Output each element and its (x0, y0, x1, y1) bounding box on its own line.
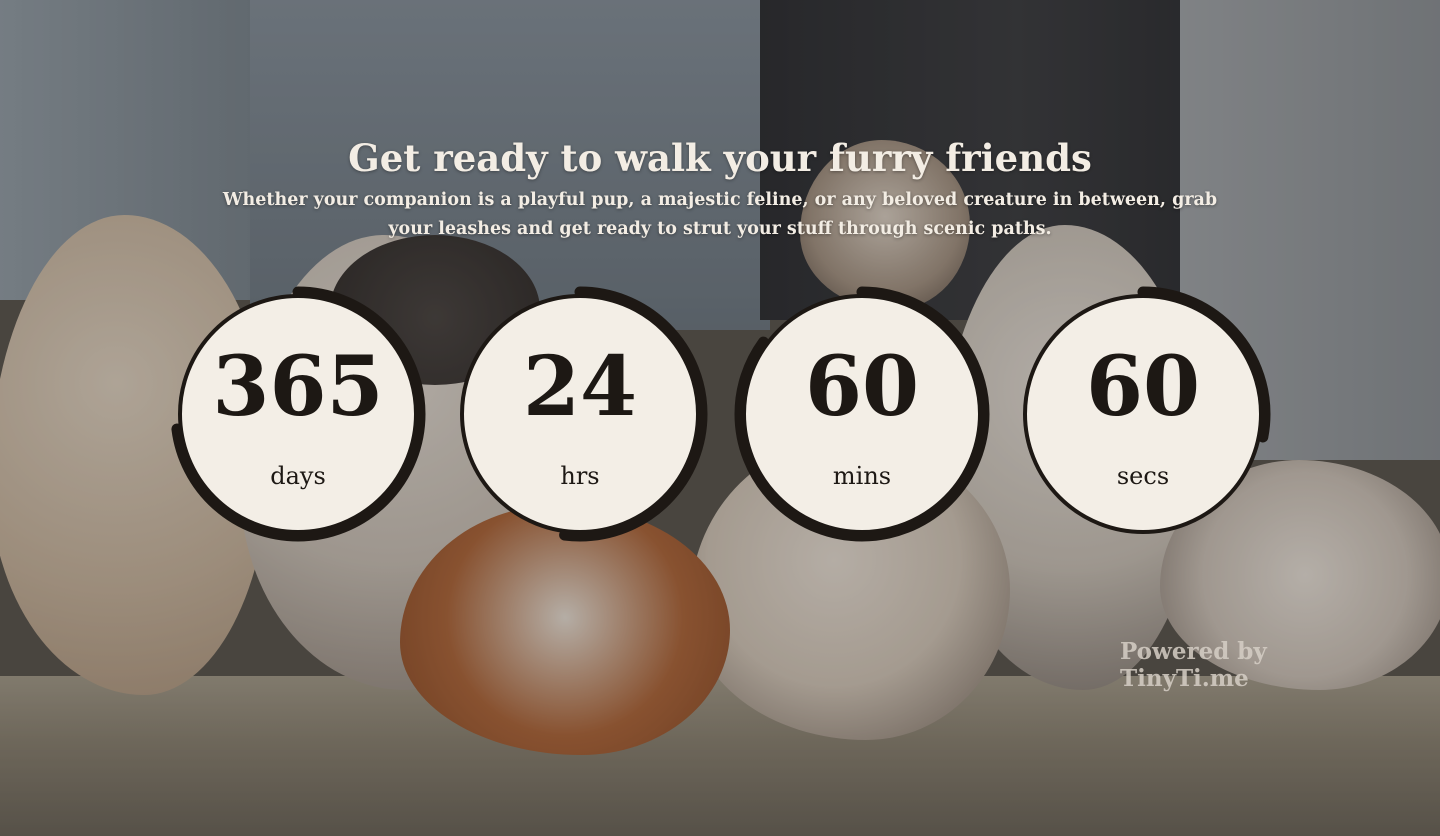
seconds-label: secs (1116, 462, 1170, 490)
countdown-days: 365 days (168, 284, 428, 544)
minutes-value: 60 (804, 339, 920, 435)
days-value: 365 (212, 339, 384, 435)
page-title: Get ready to walk your furry friends (348, 136, 1092, 180)
countdown-minutes: 60 mins (732, 284, 992, 544)
powered-by-link[interactable]: Powered by TinyTi.me (1120, 638, 1400, 692)
hours-label: hrs (560, 462, 600, 490)
seconds-value: 60 (1085, 339, 1201, 435)
page-subtitle: Whether your companion is a playful pup,… (222, 190, 1218, 239)
days-label: days (270, 462, 326, 490)
countdown-seconds: 60 secs (1013, 284, 1273, 544)
hours-value: 24 (522, 339, 638, 435)
minutes-label: mins (832, 462, 892, 490)
countdown-hours: 24 hrs (450, 284, 710, 544)
